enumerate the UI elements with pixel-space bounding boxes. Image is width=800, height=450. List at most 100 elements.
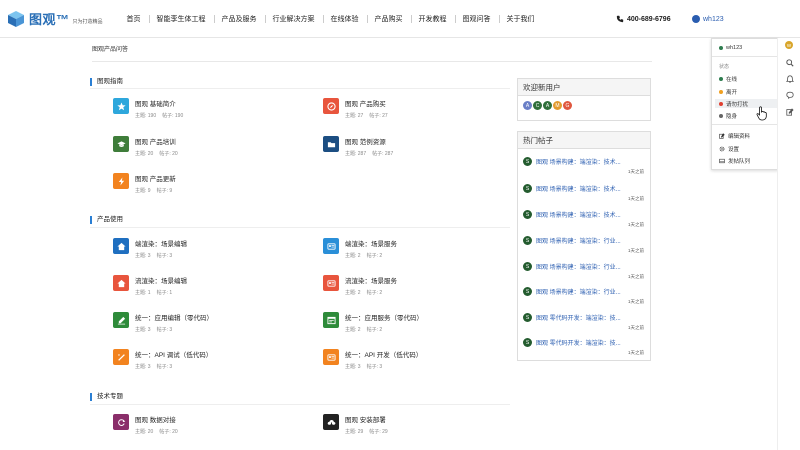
avatar[interactable]: A: [543, 101, 552, 110]
avatar[interactable]: M: [553, 101, 562, 110]
section-title-tech: 技术专题: [90, 393, 123, 401]
forum-card[interactable]: 端渲染：场景服务 主题: 2 帖子: 2: [323, 238, 397, 259]
forum-title[interactable]: 统一：API 开发（低代码）: [345, 349, 422, 359]
avatar[interactable]: S: [523, 157, 532, 166]
forum-card[interactable]: 图观 基础简介 主题: 190 帖子: 190: [113, 98, 183, 119]
forum-title[interactable]: 图观 范例资源: [345, 136, 393, 146]
hot-post-item[interactable]: S 图观 场景构建：端渲染：行业... 1天之前: [523, 287, 644, 305]
avatar[interactable]: C: [533, 101, 542, 110]
status-invisible[interactable]: 隐身: [719, 112, 737, 120]
chat-button[interactable]: [785, 90, 794, 99]
forum-card[interactable]: 统一：应用服务（零代码） 主题: 2 帖子: 2: [323, 312, 423, 333]
nav-item-solutions[interactable]: 行业解决方案: [264, 14, 323, 24]
forum-card[interactable]: 图观 产品更新 主题: 9 帖子: 9: [113, 173, 176, 194]
status-online[interactable]: 在线: [719, 75, 737, 83]
avatar[interactable]: S: [523, 313, 532, 322]
edit-profile-item[interactable]: 编辑资料: [719, 132, 750, 140]
dropdown-username-row[interactable]: wh123: [719, 45, 742, 51]
status-away[interactable]: 离开: [719, 88, 737, 96]
hot-post-time: 1天之前: [627, 299, 644, 304]
forum-title[interactable]: 统一：应用服务（零代码）: [345, 312, 423, 322]
hot-post-item[interactable]: S 图观 场景构建：端渲染：技术... 1天之前: [523, 184, 644, 202]
compose-button[interactable]: [785, 107, 794, 116]
avatar[interactable]: S: [523, 338, 532, 347]
forum-title[interactable]: 流渲染：场景编辑: [135, 275, 187, 285]
forum-title[interactable]: 图观 安装部署: [345, 414, 388, 424]
hot-post-item[interactable]: S 图观 场景构建：端渲染：技术... 1天之前: [523, 157, 644, 175]
nav-item-purchase[interactable]: 产品购买: [366, 14, 411, 24]
hot-post-item[interactable]: S 图观 零代码开发：端渲染：技... 1天之前: [523, 313, 644, 331]
forum-card[interactable]: 图观 范例资源 主题: 287 帖子: 287: [323, 136, 393, 157]
forum-card[interactable]: 端渲染：场景编辑 主题: 3 帖子: 3: [113, 238, 187, 259]
hot-post-title[interactable]: 图观 零代码开发：端渲染：技...: [536, 338, 644, 347]
avatar[interactable]: S: [523, 184, 532, 193]
notifications-button[interactable]: [785, 74, 794, 83]
nav-item-home[interactable]: 首页: [119, 14, 149, 24]
forum-card[interactable]: 图观 产品培训 主题: 20 帖子: 20: [113, 136, 178, 157]
user-name: wh123: [703, 15, 724, 23]
menu-divider: [712, 124, 778, 125]
hot-post-time: 1天之前: [627, 222, 644, 227]
avatar[interactable]: S: [523, 287, 532, 296]
hot-post-item[interactable]: S 图观 零代码开发：端渲染：技... 1天之前: [523, 338, 644, 356]
forum-card[interactable]: 流渲染：场景服务 主题: 2 帖子: 2: [323, 275, 397, 296]
nav-item-tutorials[interactable]: 开发教程: [410, 14, 455, 24]
hot-post-title[interactable]: 图观 场景构建：端渲染：行业...: [536, 262, 644, 271]
forum-card[interactable]: 图观 安装部署 主题: 29 帖子: 29: [323, 414, 388, 435]
avatar[interactable]: S: [523, 210, 532, 219]
home-icon: [113, 238, 129, 254]
nav-item-about[interactable]: 关于我们: [498, 14, 543, 24]
refresh-icon: [113, 414, 129, 430]
inbox-icon: [719, 158, 725, 164]
hot-post-title[interactable]: 图观 场景构建：端渲染：行业...: [536, 236, 644, 245]
bell-icon: [785, 74, 794, 83]
site-logo[interactable]: 图观™ 只为打造精品: [6, 9, 103, 29]
hot-post-title[interactable]: 图观 场景构建：端渲染：行业...: [536, 287, 644, 296]
hot-post-item[interactable]: S 图观 场景构建：端渲染：行业... 1天之前: [523, 236, 644, 254]
avatar[interactable]: G: [563, 101, 572, 110]
forum-title[interactable]: 图观 产品购买: [345, 98, 388, 108]
forum-title[interactable]: 图观 产品培训: [135, 136, 178, 146]
hot-post-title[interactable]: 图观 场景构建：端渲染：技术...: [536, 210, 644, 219]
forum-card[interactable]: 统一：API 开发（低代码） 主题: 3 帖子: 3: [323, 349, 422, 370]
forum-card[interactable]: 图观 产品购买 主题: 27 帖子: 27: [323, 98, 388, 119]
forum-card[interactable]: 流渲染：场景编辑 主题: 1 帖子: 1: [113, 275, 187, 296]
hot-post-title[interactable]: 图观 场景构建：端渲染：技术...: [536, 184, 644, 193]
forum-title[interactable]: 图观 基础简介: [135, 98, 183, 108]
nav-item-twin-engineering[interactable]: 智能孪生体工程: [148, 14, 214, 24]
forum-title[interactable]: 统一：API 调试（低代码）: [135, 349, 212, 359]
user-menu-toggle[interactable]: wh123: [692, 15, 724, 23]
forum-title[interactable]: 流渲染：场景服务: [345, 275, 397, 285]
forum-posts: 帖子: 3: [156, 364, 173, 370]
forum-title[interactable]: 端渲染：场景编辑: [135, 238, 187, 248]
forum-card[interactable]: 图观 数据对接 主题: 20 帖子: 20: [113, 414, 178, 435]
forum-title[interactable]: 端渲染：场景服务: [345, 238, 397, 248]
forum-topics: 主题: 3: [135, 327, 151, 333]
nav-item-online-demo[interactable]: 在线体验: [322, 14, 367, 24]
welcome-panel: 欢迎新用户 A C A M G: [517, 78, 651, 121]
status-label: 状态: [719, 64, 730, 70]
avatar[interactable]: A: [523, 101, 532, 110]
hot-post-title[interactable]: 图观 场景构建：端渲染：技术...: [536, 157, 644, 166]
logo-text: 图观™: [29, 12, 70, 27]
settings-item[interactable]: 设置: [719, 145, 739, 153]
forum-title[interactable]: 图观 产品更新: [135, 173, 176, 183]
hot-post-item[interactable]: S 图观 场景构建：端渲染：行业... 1天之前: [523, 262, 644, 280]
forum-card[interactable]: 统一：应用编辑（零代码） 主题: 3 帖子: 3: [113, 312, 213, 333]
avatar[interactable]: S: [523, 236, 532, 245]
breadcrumb[interactable]: 图观产品问答: [92, 44, 128, 53]
edit-icon: [719, 133, 725, 139]
user-avatar[interactable]: W: [785, 41, 793, 49]
hot-post-title[interactable]: 图观 零代码开发：端渲染：技...: [536, 313, 644, 322]
hot-posts-panel: 热门帖子 S 图观 场景构建：端渲染：技术... 1天之前 S 图观 场景构建：端…: [517, 131, 651, 361]
hot-post-item[interactable]: S 图观 场景构建：端渲染：技术... 1天之前: [523, 210, 644, 228]
post-queue-item[interactable]: 发帖队列: [719, 157, 750, 165]
forum-title[interactable]: 图观 数据对接: [135, 414, 178, 424]
forum-title[interactable]: 统一：应用编辑（零代码）: [135, 312, 213, 322]
forum-card[interactable]: 统一：API 调试（低代码） 主题: 3 帖子: 3: [113, 349, 212, 370]
nav-item-qa[interactable]: 图观问答: [454, 14, 499, 24]
avatar[interactable]: S: [523, 262, 532, 271]
nav-item-products[interactable]: 产品及服务: [213, 14, 265, 24]
chat-icon: [785, 91, 794, 99]
search-button[interactable]: [785, 58, 794, 67]
